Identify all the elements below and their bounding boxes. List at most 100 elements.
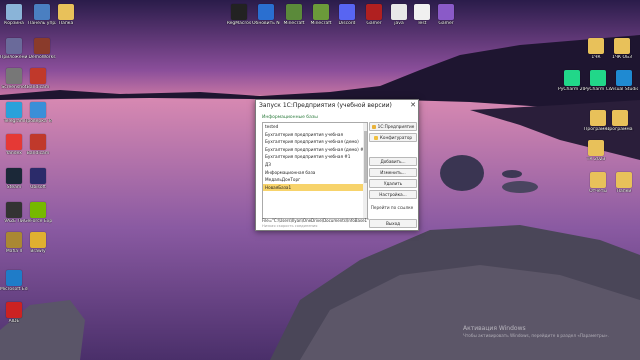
desktop-icon[interactable]: Minecraft — [280, 4, 308, 26]
desktop-icon[interactable]: PyCharm 2023.2 — [558, 70, 586, 92]
add-button[interactable]: Добавить... — [369, 157, 417, 166]
settings-button[interactable]: Настройка... — [369, 190, 417, 199]
infobase-item[interactable]: tested — [263, 123, 367, 131]
connection-mode: Низкая скорость соединения — [262, 224, 318, 228]
desktop-icon-label: Discord — [338, 21, 356, 26]
desktop-icon-label: Приложения — [0, 55, 28, 60]
close-button[interactable]: ✕ — [410, 101, 416, 109]
infobase-item[interactable]: Бухгалтерия предприятия учебная #1 — [263, 153, 367, 161]
app-icon — [590, 70, 606, 86]
infobase-item[interactable]: НоваяБаза1 — [263, 183, 367, 192]
scrollbar-thumb[interactable] — [363, 131, 367, 183]
desktop-icon-label: Программа для ВКТ — [606, 127, 634, 132]
desktop-icon[interactable]: AIDE — [0, 302, 28, 324]
app-icon — [614, 38, 630, 54]
desktop-icon[interactable]: Brawly — [24, 232, 52, 254]
desktop-icon-label: Bandicam — [26, 151, 50, 156]
desktop-icon-label: Проверка Telegram — [24, 119, 52, 124]
infobase-item[interactable]: Информационная база — [263, 169, 367, 177]
app-icon — [564, 70, 580, 86]
edit-button[interactable]: Изменить... — [369, 168, 417, 177]
infobase-item[interactable]: МедальДонТорг — [263, 176, 367, 184]
infobases-list[interactable]: tested Бухгалтерия предприятия учебная Бух… — [262, 122, 368, 219]
desktop-icon-label: PyCharm Communi... — [584, 87, 612, 92]
web-link[interactable]: Перейти по ссылке — [369, 205, 415, 210]
configurator-button[interactable]: Конфигуратор — [369, 133, 417, 142]
desktop-icon[interactable]: Discord — [333, 4, 361, 26]
app-icon — [30, 168, 46, 184]
app-icon — [6, 302, 22, 318]
infobase-item[interactable]: Бухгалтерия предприятия учебная — [263, 131, 367, 139]
app-icon — [588, 140, 604, 156]
app-icon — [30, 202, 46, 218]
desktop-icon[interactable]: Gamer — [432, 4, 460, 26]
desktop-icon[interactable]: ТК 2023 — [582, 140, 610, 162]
desktop-icon-label: Отчеты — [589, 189, 607, 194]
app-icon — [6, 102, 22, 118]
enterprise-button[interactable]: 1С:Предприятие — [369, 122, 417, 131]
desktop-icon-label: Обновить Nemu — [252, 21, 280, 26]
app-icon — [6, 232, 22, 248]
desktop-icon[interactable]: Bandicam — [24, 68, 52, 90]
desktop-icon[interactable]: Программа для ВКТ — [606, 110, 634, 132]
list-scrollbar[interactable] — [363, 123, 367, 218]
desktop-icon[interactable]: Проверка Telegram — [24, 102, 52, 124]
desktop-icon[interactable]: DemoWorks — [28, 38, 56, 60]
desktop-icon-label: DemoWorks — [28, 55, 56, 60]
app-icon — [438, 4, 454, 20]
desktop-icon-label: Ubisoft — [30, 185, 46, 190]
app-icon — [6, 134, 22, 150]
desktop-icon-label: Gamer — [366, 21, 382, 26]
infobase-item[interactable]: Бухгалтерия предприятия учебная (демо) #… — [263, 146, 367, 154]
app-icon — [6, 4, 22, 20]
activation-watermark-text: Чтобы активировать Windows, перейдите в … — [463, 333, 609, 338]
desktop-icon[interactable]: GeForce Experience — [24, 202, 52, 224]
desktop-icon[interactable]: Отчеты — [584, 172, 612, 194]
desktop-icon[interactable]: PyCharm Communi... — [584, 70, 612, 92]
desktop-icon[interactable]: Приложения — [0, 38, 28, 60]
desktop-icon[interactable]: Gamer — [360, 4, 388, 26]
app-icon — [590, 110, 606, 126]
exit-button[interactable]: Выход — [369, 219, 417, 228]
app-icon — [6, 202, 22, 218]
app-icon — [30, 68, 46, 84]
app-icon — [616, 172, 632, 188]
desktop-icon-label: Visual Studio Code — [610, 87, 638, 92]
desktop-icon[interactable]: Visual Studio Code — [610, 70, 638, 92]
desktop-icon-label: Папка — [58, 21, 74, 26]
app-icon — [391, 4, 407, 20]
desktop-icon[interactable]: Папки — [610, 172, 638, 194]
desktop-icon-label: GeForce Experience — [24, 219, 52, 224]
app-icon — [588, 38, 604, 54]
app-icon — [30, 102, 46, 118]
desktop-icon[interactable]: Корзина — [0, 4, 28, 26]
desktop-icon[interactable]: Microsoft Edge — [0, 270, 28, 292]
desktop-icon-label: Minecraft — [283, 21, 305, 26]
desktop-icon-label: RegMacros — [226, 21, 252, 26]
app-icon — [6, 270, 22, 286]
desktop-icon[interactable]: RegMacros — [225, 4, 253, 26]
desktop-icon-label: Microsoft Edge — [0, 287, 28, 292]
infobase-item[interactable]: Бухгалтерия предприятия учебная (демо) — [263, 138, 367, 146]
desktop-icon-label: Brawly — [30, 249, 46, 254]
app-icon — [6, 168, 22, 184]
infobase-item[interactable]: ДЗ — [263, 161, 367, 169]
desktop-icon[interactable]: Папка — [52, 4, 80, 26]
app-icon — [58, 4, 74, 20]
desktop-icon[interactable]: Ubisoft — [24, 168, 52, 190]
desktop-icon-label: ТК 2023 — [586, 157, 606, 162]
desktop-icon[interactable]: Обновить Nemu — [252, 4, 280, 26]
desktop-icon[interactable]: Bandicam — [24, 134, 52, 156]
dialog-title: Запуск 1С:Предприятия (учебной версии) — [259, 102, 392, 109]
app-icon — [6, 38, 22, 54]
desktop-icon[interactable]: Minecraft — [307, 4, 335, 26]
app-icon — [366, 4, 382, 20]
configurator-icon — [373, 136, 378, 140]
desktop-icon[interactable]: 1ЧК ОБЗ — [608, 38, 636, 60]
delete-button[interactable]: Удалить — [369, 179, 417, 188]
desktop-icon-label: 1ЧК — [591, 55, 601, 60]
app-icon — [6, 68, 22, 84]
app-icon — [30, 134, 46, 150]
desktop-icon[interactable]: 1ЧК — [582, 38, 610, 60]
activation-watermark-title: Активация Windows — [463, 325, 526, 332]
